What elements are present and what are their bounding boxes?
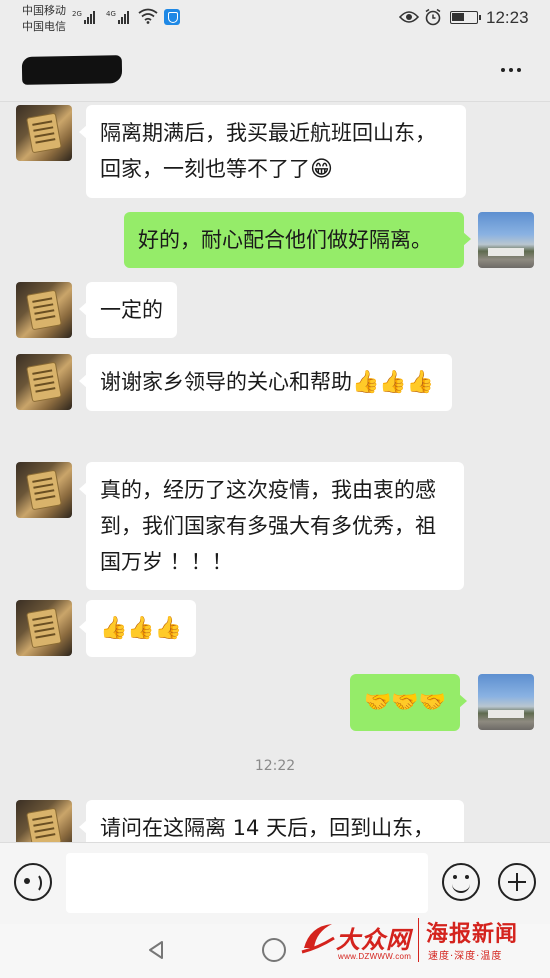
more-icon[interactable] [496,58,526,82]
signal-icon: 4G [106,10,129,24]
battery-icon [450,11,481,24]
chat-title-bar [0,38,550,102]
contact-name-redacted [21,55,123,85]
contact-avatar[interactable] [16,600,72,656]
signal-2-tag: 4G [106,10,116,18]
message-bubble-incoming[interactable]: 谢谢家乡领导的关心和帮助👍👍👍 [79,354,452,411]
watermark-site-url: www.DZWWW.com [338,952,412,961]
contact-avatar[interactable] [16,800,72,842]
signal-1-tag: 2G [72,10,82,18]
message-bubble-incoming[interactable]: 一定的 [79,282,177,338]
message-bubble-incoming[interactable]: 👍👍👍 [78,600,197,657]
watermark-divider [418,918,419,962]
message-bubble-incoming[interactable]: 隔离期满后，我买最近航班回山东，回家，一刻也等不了了😁 [79,105,466,198]
message-bubble-outgoing[interactable]: 🤝🤝🤝 [350,674,468,731]
message-text: 谢谢家乡领导的关心和帮助 [100,370,352,394]
status-bar: 中国移动 中国电信 2G 4G 12:23 [0,0,550,38]
back-icon[interactable] [144,938,168,962]
contact-avatar[interactable] [16,105,72,161]
grin-emoji-icon: 😁 [310,157,333,182]
eye-comfort-icon [399,11,419,23]
chat-message-list[interactable]: 隔离期满后，我买最近航班回山东，回家，一刻也等不了了😁 好的，耐心配合他们做好隔… [0,102,550,842]
dazhong-logo-icon [301,924,335,954]
signal-icon: 2G [72,10,95,24]
message-text: 好的，耐心配合他们做好隔离。 [138,228,432,252]
thumbs-up-emoji-icon: 👍👍👍 [100,616,183,641]
watermark-news-name: 海报新闻 [426,922,519,947]
watermark-slogan: 速度·深度·温度 [428,951,503,962]
thumbs-up-emoji-icon: 👍👍👍 [352,370,435,395]
my-avatar[interactable] [478,674,534,730]
app-shield-icon [164,9,180,25]
voice-icon[interactable] [14,863,52,901]
carrier-1-label: 中国移动 [22,4,66,17]
dazhong-watermark: 大众网 www.DZWWW.com [298,912,416,970]
home-icon[interactable] [262,938,286,962]
my-avatar[interactable] [478,212,534,268]
message-bubble-incoming[interactable]: 请问在这隔离 14 天后，回到山东， [79,800,464,842]
plus-icon[interactable] [498,863,536,901]
status-time: 12:23 [486,8,529,27]
contact-avatar[interactable] [16,462,72,518]
contact-avatar[interactable] [16,282,72,338]
message-bubble-incoming[interactable]: 真的，经历了这次疫情，我由衷的感到，我们国家有多强大有多优秀，祖国万岁 ！！！ [79,462,464,590]
input-bar [0,842,550,924]
wifi-icon [138,8,158,24]
watermark-site-name: 大众网 [336,925,411,954]
message-text: 一定的 [100,298,163,322]
contact-avatar[interactable] [16,354,72,410]
message-bubble-outgoing[interactable]: 好的，耐心配合他们做好隔离。 [124,212,471,268]
message-input[interactable] [66,853,428,913]
message-text: 真的，经历了这次疫情，我由衷的感到，我们国家有多强大有多优秀，祖国万岁 ！！！ [100,478,436,574]
emoji-icon[interactable] [442,863,480,901]
alarm-icon [425,8,441,26]
time-separator: 12:22 [254,758,296,774]
message-text: 请问在这隔离 14 天后，回到山东， [100,816,435,840]
carrier-2-label: 中国电信 [22,20,66,33]
message-text: 隔离期满后，我买最近航班回山东，回家，一刻也等不了了 [100,121,436,181]
handshake-emoji-icon: 🤝🤝🤝 [364,690,447,715]
